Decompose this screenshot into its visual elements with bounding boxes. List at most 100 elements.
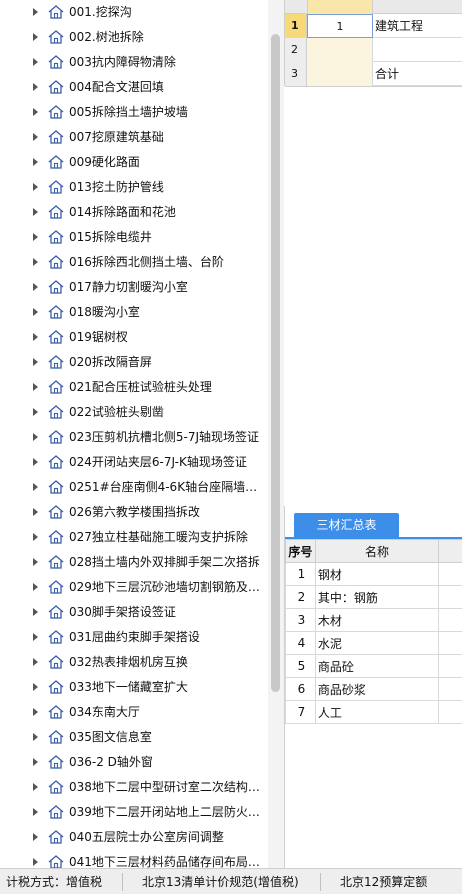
- expand-arrow-icon[interactable]: [33, 608, 38, 616]
- expand-arrow-icon[interactable]: [33, 483, 38, 491]
- cell-extra[interactable]: [438, 700, 462, 724]
- cell-extra[interactable]: [438, 631, 462, 655]
- cell-name[interactable]: 商品砂浆: [314, 677, 440, 701]
- tree-item[interactable]: 014拆除路面和花池: [0, 200, 268, 225]
- expand-arrow-icon[interactable]: [33, 708, 38, 716]
- tree-item[interactable]: 015拆除电缆井: [0, 225, 268, 250]
- tree-item[interactable]: 026第六教学楼围挡拆改: [0, 500, 268, 525]
- tab-materials-summary[interactable]: 三材汇总表: [294, 513, 399, 537]
- expand-arrow-icon[interactable]: [33, 383, 38, 391]
- cell-name[interactable]: 木材: [314, 608, 440, 632]
- row-number[interactable]: 1: [285, 14, 307, 38]
- tree-item[interactable]: 040五层院士办公室房间调整: [0, 825, 268, 850]
- expand-arrow-icon[interactable]: [33, 783, 38, 791]
- status-tax-mode[interactable]: 计税方式：增值税: [6, 869, 102, 894]
- table-row[interactable]: 3 木材: [285, 608, 462, 632]
- cell-seq[interactable]: 3: [285, 608, 316, 632]
- cell-name[interactable]: 其中：钢筋: [314, 585, 440, 609]
- expand-arrow-icon[interactable]: [33, 408, 38, 416]
- expand-arrow-icon[interactable]: [33, 833, 38, 841]
- expand-arrow-icon[interactable]: [33, 58, 38, 66]
- tree-item[interactable]: 034东南大厅: [0, 700, 268, 725]
- expand-arrow-icon[interactable]: [33, 158, 38, 166]
- tree-item[interactable]: 032热表排烟机房互换: [0, 650, 268, 675]
- grid-row[interactable]: 1 1 建筑工程: [285, 14, 462, 38]
- tree-item[interactable]: 035图文信息室: [0, 725, 268, 750]
- tree-item[interactable]: 016拆除西北侧挡土墙、台阶: [0, 250, 268, 275]
- tree-item[interactable]: 038地下二层中型研讨室二次结构…: [0, 775, 268, 800]
- grid-cell[interactable]: [307, 38, 373, 62]
- cell-seq[interactable]: 2: [285, 585, 316, 609]
- expand-arrow-icon[interactable]: [33, 308, 38, 316]
- expand-arrow-icon[interactable]: [33, 333, 38, 341]
- expand-arrow-icon[interactable]: [33, 733, 38, 741]
- tree-item[interactable]: 013挖土防护管线: [0, 175, 268, 200]
- expand-arrow-icon[interactable]: [33, 633, 38, 641]
- scrollbar-thumb[interactable]: [271, 34, 280, 692]
- tree-item[interactable]: 005拆除挡土墙护坡墙: [0, 100, 268, 125]
- expand-arrow-icon[interactable]: [33, 83, 38, 91]
- tree-item[interactable]: 027独立柱基础施工暖沟支护拆除: [0, 525, 268, 550]
- grid-cell[interactable]: [307, 62, 373, 86]
- expand-arrow-icon[interactable]: [33, 8, 38, 16]
- grid-cell[interactable]: 建筑工程: [373, 14, 462, 38]
- cell-seq[interactable]: 1: [285, 562, 316, 586]
- expand-arrow-icon[interactable]: [33, 183, 38, 191]
- tree-item[interactable]: 009硬化路面: [0, 150, 268, 175]
- expand-arrow-icon[interactable]: [33, 258, 38, 266]
- cell-seq[interactable]: 5: [285, 654, 316, 678]
- expand-arrow-icon[interactable]: [33, 233, 38, 241]
- column-header-name[interactable]: 名称: [314, 539, 440, 563]
- expand-arrow-icon[interactable]: [33, 133, 38, 141]
- table-row[interactable]: 6 商品砂浆: [285, 677, 462, 701]
- tree-item[interactable]: 022试验桩头剔凿: [0, 400, 268, 425]
- tree-item[interactable]: 004配合文湛回填: [0, 75, 268, 100]
- cell-extra[interactable]: [438, 585, 462, 609]
- expand-arrow-icon[interactable]: [33, 683, 38, 691]
- expand-arrow-icon[interactable]: [33, 508, 38, 516]
- expand-arrow-icon[interactable]: [33, 283, 38, 291]
- cell-extra[interactable]: [438, 654, 462, 678]
- tree-item[interactable]: 024开闭站夹层6-7J-K轴现场签证: [0, 450, 268, 475]
- tree-vertical-scrollbar[interactable]: [268, 0, 284, 868]
- tree-item[interactable]: 019锯树杈: [0, 325, 268, 350]
- tree-item[interactable]: 031屈曲约束脚手架搭设: [0, 625, 268, 650]
- expand-arrow-icon[interactable]: [33, 808, 38, 816]
- tree-item[interactable]: 017静力切割暖沟小室: [0, 275, 268, 300]
- cell-name[interactable]: 商品砼: [314, 654, 440, 678]
- expand-arrow-icon[interactable]: [33, 108, 38, 116]
- expand-arrow-icon[interactable]: [33, 533, 38, 541]
- grid-cell[interactable]: 1: [307, 14, 373, 38]
- expand-arrow-icon[interactable]: [33, 758, 38, 766]
- cell-extra[interactable]: [438, 562, 462, 586]
- tree-item[interactable]: 0251#台座南侧4-6K轴台座隔墙端…: [0, 475, 268, 500]
- expand-arrow-icon[interactable]: [33, 433, 38, 441]
- tree-item[interactable]: 002.树池拆除: [0, 25, 268, 50]
- status-quota[interactable]: 北京12预算定额: [340, 869, 427, 894]
- expand-arrow-icon[interactable]: [33, 458, 38, 466]
- grid-cell[interactable]: 合计: [373, 62, 462, 86]
- grid-cell[interactable]: [373, 38, 462, 62]
- tree-item[interactable]: 029地下三层沉砂池墙切割钢筋及…: [0, 575, 268, 600]
- grid-header-selected-column[interactable]: [307, 0, 373, 14]
- tree-item[interactable]: 007挖原建筑基础: [0, 125, 268, 150]
- column-header-extra[interactable]: [438, 539, 462, 563]
- table-row[interactable]: 7 人工: [285, 700, 462, 724]
- expand-arrow-icon[interactable]: [33, 583, 38, 591]
- tree-item[interactable]: 033地下一储藏室扩大: [0, 675, 268, 700]
- table-row[interactable]: 2 其中：钢筋: [285, 585, 462, 609]
- cell-extra[interactable]: [438, 677, 462, 701]
- expand-arrow-icon[interactable]: [33, 858, 38, 866]
- cell-name[interactable]: 钢材: [314, 562, 440, 586]
- tree-item[interactable]: 041地下三层材料药品储存间布局…: [0, 850, 268, 868]
- tree-item[interactable]: 030脚手架搭设签证: [0, 600, 268, 625]
- status-pricing-spec[interactable]: 北京13清单计价规范(增值税): [142, 869, 299, 894]
- cell-name[interactable]: 水泥: [314, 631, 440, 655]
- grid-row[interactable]: 3 合计: [285, 62, 462, 86]
- tree-item[interactable]: 039地下二层开闭站地上二层防火…: [0, 800, 268, 825]
- cell-seq[interactable]: 6: [285, 677, 316, 701]
- column-header-seq[interactable]: 序号: [285, 539, 316, 563]
- tree-item[interactable]: 036-2 D轴外窗: [0, 750, 268, 775]
- cell-seq[interactable]: 4: [285, 631, 316, 655]
- table-row[interactable]: 4 水泥: [285, 631, 462, 655]
